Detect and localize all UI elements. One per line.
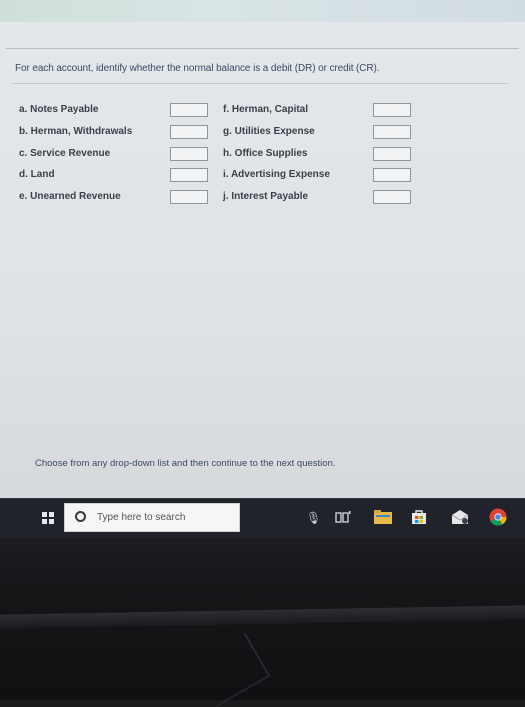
cortana-circle-icon [75, 511, 86, 522]
answer-dropdown-d[interactable] [170, 168, 208, 182]
answer-dropdown-i[interactable] [373, 168, 411, 182]
answer-dropdown-c[interactable] [170, 147, 208, 161]
microphone-icon[interactable]: 🎙 [306, 511, 321, 525]
answer-dropdown-f[interactable] [373, 103, 411, 117]
account-label-j: j. Interest Payable [223, 191, 309, 202]
answer-dropdown-j[interactable] [373, 190, 411, 204]
account-label-f: f. Herman, Capital [223, 104, 309, 115]
answer-dropdown-g[interactable] [373, 125, 411, 139]
divider [12, 83, 508, 84]
account-label-e: e. Unearned Revenue [19, 191, 121, 202]
answer-dropdown-b[interactable] [170, 125, 208, 139]
account-label-h: h. Office Supplies [223, 148, 308, 159]
file-explorer-icon[interactable] [374, 510, 392, 524]
store-icon[interactable] [411, 509, 427, 525]
taskbar-search-placeholder: Type here to search [97, 512, 186, 523]
account-label-g: g. Utilities Expense [223, 126, 315, 137]
question-instruction: For each account, identify whether the n… [15, 63, 380, 74]
browser-top-band [0, 0, 525, 22]
account-label-d: d. Land [19, 169, 55, 180]
chrome-icon[interactable] [489, 508, 507, 526]
screen: For each account, identify whether the n… [0, 0, 525, 498]
account-label-a: a. Notes Payable [19, 104, 99, 115]
windows-start-icon[interactable] [42, 512, 54, 524]
account-label-b: b. Herman, Withdrawals [19, 126, 133, 137]
account-label-c: c. Service Revenue [19, 148, 111, 159]
windows-taskbar: Type here to search 🎙 [0, 498, 525, 537]
answer-dropdown-h[interactable] [373, 147, 411, 161]
footer-instruction: Choose from any drop-down list and then … [35, 458, 336, 469]
task-view-icon[interactable] [335, 510, 351, 524]
mail-icon[interactable] [451, 509, 469, 525]
account-label-i: i. Advertising Expense [223, 169, 330, 180]
answer-dropdown-e[interactable] [170, 190, 208, 204]
taskbar-search-box[interactable]: Type here to search [64, 503, 240, 532]
answer-dropdown-a[interactable] [170, 103, 208, 117]
